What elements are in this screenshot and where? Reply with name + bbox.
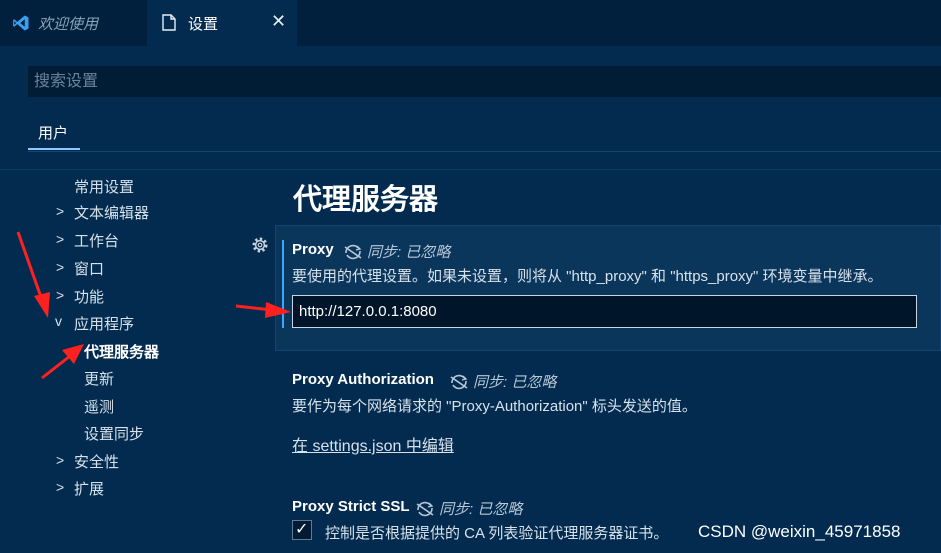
chevron-down-icon: v bbox=[55, 313, 62, 329]
search-input[interactable] bbox=[28, 66, 941, 97]
sync-ignored-icon bbox=[344, 244, 362, 260]
chevron-right-icon: > bbox=[56, 203, 65, 219]
scope-tab-user[interactable]: 用户 bbox=[38, 122, 68, 143]
proxy-ssl-title: Proxy Strict SSL bbox=[292, 498, 410, 515]
proxy-title: Proxy bbox=[292, 241, 334, 258]
scope-tab-indicator bbox=[28, 148, 80, 150]
toc-item-extensions[interactable]: 扩展 bbox=[74, 478, 104, 499]
toc-item-proxy[interactable]: 代理服务器 bbox=[84, 341, 159, 362]
proxy-ssl-sync-label: 同步: 已忽略 bbox=[439, 501, 523, 518]
tab-bar: 欢迎使用 设置 ✕ bbox=[0, 0, 941, 46]
arrow-to-proxy-toc bbox=[41, 344, 84, 380]
proxy-description: 要使用的代理设置。如果未设置，则将从 "http_proxy" 和 "https… bbox=[292, 268, 883, 285]
focus-indicator bbox=[282, 240, 284, 328]
tab-welcome-label: 欢迎使用 bbox=[38, 15, 99, 33]
toc-item-security[interactable]: 安全性 bbox=[74, 451, 119, 472]
chevron-right-icon: > bbox=[56, 287, 65, 303]
file-icon bbox=[162, 14, 176, 31]
toc-item-settings-sync[interactable]: 设置同步 bbox=[84, 423, 144, 444]
chevron-right-icon: > bbox=[56, 479, 65, 495]
toc-item-window[interactable]: 窗口 bbox=[74, 258, 104, 279]
sync-ignored-icon bbox=[416, 501, 434, 517]
close-icon[interactable]: ✕ bbox=[271, 11, 286, 32]
toc-item-text-editor[interactable]: 文本编辑器 bbox=[74, 202, 149, 223]
proxy-ssl-description: 控制是否根据提供的 CA 列表验证代理服务器证书。 bbox=[325, 525, 669, 542]
proxy-input-wrapper bbox=[292, 295, 917, 328]
toc-item-update[interactable]: 更新 bbox=[84, 368, 114, 389]
proxy-auth-title: Proxy Authorization bbox=[292, 371, 434, 388]
tab-settings-label: 设置 bbox=[188, 15, 219, 33]
arrow-to-application bbox=[16, 231, 50, 318]
proxy-sync-label: 同步: 已忽略 bbox=[367, 244, 451, 261]
vscode-logo-icon bbox=[13, 15, 29, 31]
watermark: CSDN @weixin_45971858 bbox=[698, 522, 901, 541]
proxy-ssl-sync-status: 同步: 已忽略 bbox=[414, 498, 522, 519]
gear-icon[interactable] bbox=[250, 235, 270, 255]
scope-bar: 用户 bbox=[28, 118, 941, 152]
sync-ignored-icon bbox=[450, 374, 468, 390]
tab-settings[interactable]: 设置 ✕ bbox=[147, 0, 297, 46]
chevron-right-icon: > bbox=[56, 259, 65, 275]
toc-item-telemetry[interactable]: 遥测 bbox=[84, 396, 114, 417]
proxy-input[interactable] bbox=[293, 296, 916, 327]
settings-search bbox=[28, 66, 941, 97]
toc-item-application[interactable]: 应用程序 bbox=[74, 313, 134, 334]
chevron-right-icon: > bbox=[56, 231, 65, 247]
toc-item-common[interactable]: 常用设置 bbox=[74, 176, 134, 197]
divider bbox=[0, 169, 941, 170]
proxy-auth-description: 要作为每个网络请求的 "Proxy-Authorization" 标头发送的值。 bbox=[292, 398, 697, 415]
tab-welcome[interactable]: 欢迎使用 bbox=[0, 0, 146, 46]
proxy-auth-sync-status: 同步: 已忽略 bbox=[448, 371, 556, 392]
proxy-sync-status: 同步: 已忽略 bbox=[342, 241, 450, 262]
toc-item-features[interactable]: 功能 bbox=[74, 286, 104, 307]
proxy-auth-sync-label: 同步: 已忽略 bbox=[473, 374, 557, 391]
chevron-right-icon: > bbox=[56, 452, 65, 468]
checkmark-icon: ✓ bbox=[295, 521, 309, 538]
proxy-ssl-checkbox[interactable]: ✓ bbox=[292, 520, 312, 540]
edit-in-settings-json-link[interactable]: 在 settings.json 中编辑 bbox=[292, 432, 454, 456]
toc-item-workbench[interactable]: 工作台 bbox=[74, 230, 119, 251]
section-title: 代理服务器 bbox=[293, 184, 439, 216]
